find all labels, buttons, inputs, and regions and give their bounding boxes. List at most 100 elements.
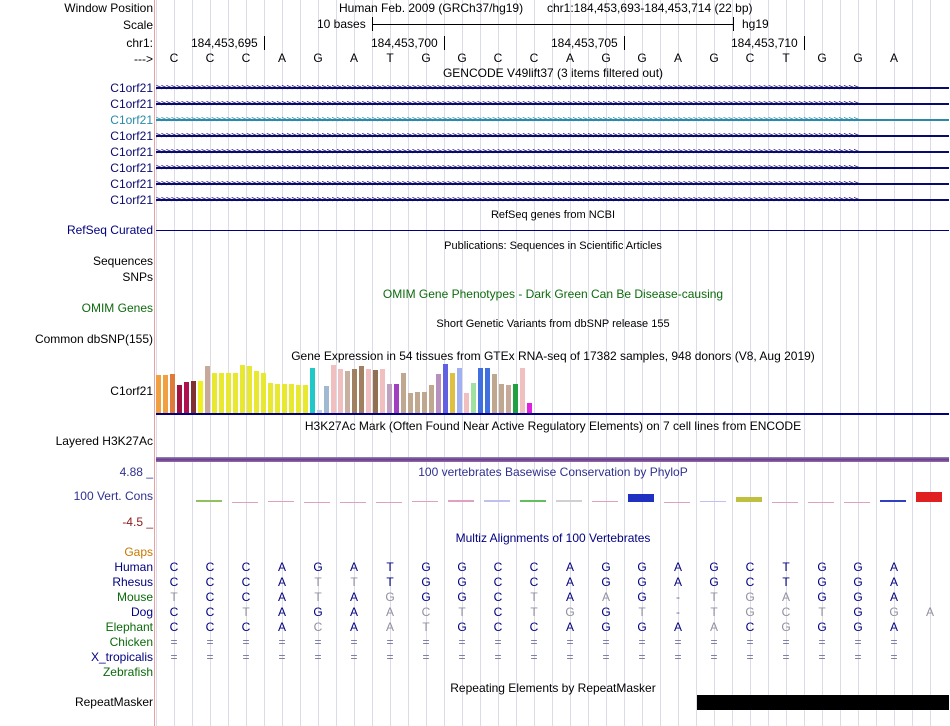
gencode-transcript-line[interactable]: >>>>>>>>>>>>>>>>>>>>>>>>>>>>>>>>>>>>>>>>… <box>156 114 949 126</box>
gtex-tissue-bar[interactable] <box>240 365 245 413</box>
dbsnp-track-label[interactable]: Common dbSNP(155) <box>35 332 153 346</box>
gtex-tissue-bar[interactable] <box>275 384 280 413</box>
gencode-transcript-label[interactable]: C1orf21 <box>110 113 153 127</box>
gtex-tissue-bar[interactable] <box>156 375 161 413</box>
gtex-tissue-bar[interactable] <box>499 384 504 413</box>
gtex-tissue-bar[interactable] <box>233 373 238 413</box>
gtex-tissue-bar[interactable] <box>394 384 399 413</box>
gtex-tissue-bar[interactable] <box>268 383 273 413</box>
gtex-tissue-bar[interactable] <box>436 374 441 413</box>
omim-track-label[interactable]: OMIM Genes <box>82 301 153 315</box>
gencode-transcript-label[interactable]: C1orf21 <box>110 193 153 207</box>
phylop-score-mark <box>664 502 690 503</box>
gtex-tissue-bar[interactable] <box>443 364 448 413</box>
gtex-tissue-bar[interactable] <box>408 393 413 413</box>
gtex-tissue-bar[interactable] <box>520 368 525 413</box>
repeatmasker-track-label[interactable]: RepeatMasker <box>75 695 153 709</box>
gencode-transcript-line[interactable]: >>>>>>>>>>>>>>>>>>>>>>>>>>>>>>>>>>>>>>>>… <box>156 178 949 190</box>
gtex-tissue-bar[interactable] <box>198 381 203 413</box>
gencode-transcript-label[interactable]: C1orf21 <box>110 81 153 95</box>
gencode-transcript-label[interactable]: C1orf21 <box>110 177 153 191</box>
h3k27ac-signal[interactable] <box>156 457 949 462</box>
gtex-tissue-bar[interactable] <box>422 392 427 413</box>
gtex-tissue-bar[interactable] <box>324 386 329 413</box>
gtex-tissue-bar[interactable] <box>226 373 231 413</box>
gtex-tissue-bar[interactable] <box>450 373 455 413</box>
gtex-tissue-bar[interactable] <box>387 384 392 413</box>
gtex-tissue-bar[interactable] <box>366 369 371 413</box>
gtex-tissue-bar[interactable] <box>261 373 266 413</box>
gtex-gene-label[interactable]: C1orf21 <box>110 384 153 398</box>
repeat-element-block[interactable] <box>697 695 949 710</box>
gtex-tissue-bar[interactable] <box>219 373 224 413</box>
gtex-tissue-bar[interactable] <box>170 374 175 413</box>
gtex-tissue-bar[interactable] <box>212 373 217 413</box>
gtex-tissue-bar[interactable] <box>457 368 462 413</box>
base: G <box>637 620 647 634</box>
sequences-track-label[interactable]: Sequences <box>93 254 153 268</box>
gtex-tissue-bar[interactable] <box>401 373 406 413</box>
gtex-tissue-bar[interactable] <box>254 371 259 413</box>
h3k27ac-track-label[interactable]: Layered H3K27Ac <box>56 434 153 448</box>
base: = <box>170 635 178 649</box>
species-label[interactable]: Rhesus <box>112 575 153 589</box>
base: = <box>422 635 430 649</box>
gtex-tissue-bar[interactable] <box>296 385 301 413</box>
gtex-tissue-bar[interactable] <box>485 368 490 413</box>
gtex-tissue-bar[interactable] <box>247 366 252 413</box>
gencode-transcript-line[interactable]: >>>>>>>>>>>>>>>>>>>>>>>>>>>>>>>>>>>>>>>>… <box>156 98 949 110</box>
gencode-transcript-line[interactable]: >>>>>>>>>>>>>>>>>>>>>>>>>>>>>>>>>>>>>>>>… <box>156 130 949 142</box>
base: C <box>745 51 755 65</box>
gtex-tissue-bar[interactable] <box>282 384 287 413</box>
gtex-tissue-bar[interactable] <box>289 384 294 413</box>
gtex-tissue-bar[interactable] <box>513 384 518 413</box>
gencode-transcript-label[interactable]: C1orf21 <box>110 97 153 111</box>
gtex-expression-chart[interactable] <box>156 364 536 413</box>
gtex-tissue-bar[interactable] <box>345 371 350 413</box>
gtex-tissue-bar[interactable] <box>310 368 315 413</box>
genome-browser-image[interactable]: Window Position Human Feb. 2009 (GRCh37/… <box>0 0 950 726</box>
species-label[interactable]: Elephant <box>106 620 153 634</box>
gtex-tissue-bar[interactable] <box>359 366 364 413</box>
gencode-transcript-label[interactable]: C1orf21 <box>110 145 153 159</box>
gtex-tissue-bar[interactable] <box>506 385 511 413</box>
species-label[interactable]: Mouse <box>117 590 153 604</box>
base: A <box>277 620 286 634</box>
phylop-track-label[interactable]: 100 Vert. Cons <box>74 489 153 503</box>
species-label[interactable]: X_tropicalis <box>91 650 153 664</box>
gencode-transcript-line[interactable]: >>>>>>>>>>>>>>>>>>>>>>>>>>>>>>>>>>>>>>>>… <box>156 194 949 206</box>
gtex-tissue-bar[interactable] <box>492 374 497 413</box>
phylop-signal[interactable] <box>156 490 950 510</box>
gtex-tissue-bar[interactable] <box>464 393 469 413</box>
snps-track-label[interactable]: SNPs <box>122 270 153 284</box>
gtex-tissue-bar[interactable] <box>191 381 196 413</box>
gencode-transcript-line[interactable]: >>>>>>>>>>>>>>>>>>>>>>>>>>>>>>>>>>>>>>>>… <box>156 146 949 158</box>
gtex-tissue-bar[interactable] <box>338 369 343 413</box>
gtex-tissue-bar[interactable] <box>331 365 336 413</box>
gtex-tissue-bar[interactable] <box>478 368 483 413</box>
gtex-tissue-bar[interactable] <box>415 392 420 413</box>
gtex-tissue-bar[interactable] <box>163 375 168 413</box>
gtex-tissue-bar[interactable] <box>184 382 189 413</box>
species-label[interactable]: Chicken <box>110 635 153 649</box>
species-label[interactable]: Dog <box>131 605 153 619</box>
gtex-tissue-bar[interactable] <box>373 370 378 413</box>
gtex-tissue-bar[interactable] <box>352 369 357 413</box>
gtex-tissue-bar[interactable] <box>527 403 532 413</box>
base: C <box>169 575 179 589</box>
refseq-gene-line[interactable] <box>156 230 949 231</box>
gtex-tissue-bar[interactable] <box>303 385 308 413</box>
gtex-tissue-bar[interactable] <box>177 385 182 413</box>
gtex-tissue-bar[interactable] <box>471 383 476 413</box>
species-label[interactable]: Human <box>114 560 153 574</box>
gencode-transcript-label[interactable]: C1orf21 <box>110 161 153 175</box>
gencode-transcript-label[interactable]: C1orf21 <box>110 129 153 143</box>
refseq-track-label[interactable]: RefSeq Curated <box>67 223 153 237</box>
gtex-tissue-bar[interactable] <box>429 385 434 413</box>
base: A <box>277 590 286 604</box>
species-label[interactable]: Zebrafish <box>103 665 153 679</box>
gencode-transcript-line[interactable]: >>>>>>>>>>>>>>>>>>>>>>>>>>>>>>>>>>>>>>>>… <box>156 162 949 174</box>
gtex-tissue-bar[interactable] <box>380 369 385 413</box>
gtex-tissue-bar[interactable] <box>205 366 210 413</box>
gencode-transcript-line[interactable]: >>>>>>>>>>>>>>>>>>>>>>>>>>>>>>>>>>>>>>>>… <box>156 82 949 94</box>
